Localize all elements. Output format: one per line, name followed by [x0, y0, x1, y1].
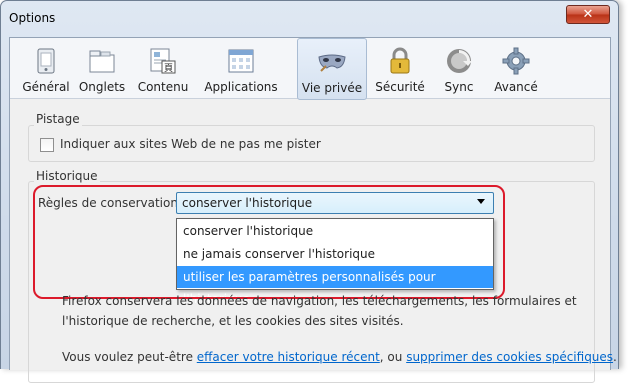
tabs-icon: [89, 50, 115, 73]
pane-label-sync: Sync: [444, 80, 474, 94]
options-window: Options ✕ Général Onglets 頁 Contenu Appl…: [0, 0, 619, 383]
applications-icon: [228, 49, 254, 73]
pane-label-content: Contenu: [137, 80, 189, 94]
history-actions-prefix: Vous voulez peut-être: [62, 350, 197, 364]
svg-text:頁: 頁: [164, 63, 173, 74]
history-description-line1: Firefox conservera les données de naviga…: [62, 294, 577, 308]
content-icon: 頁: [150, 48, 176, 74]
history-actions-line: Vous voulez peut-être effacer votre hist…: [62, 350, 617, 364]
gear-icon: [502, 47, 530, 75]
pane-label-privacy: Vie privée: [301, 81, 363, 95]
pane-label-advanced: Avancé: [494, 80, 538, 94]
pane-button-advanced[interactable]: Avancé: [488, 38, 544, 98]
pane-label-general: Général: [22, 80, 70, 94]
history-actions-suffix: .: [613, 350, 617, 364]
history-group-label: Historique: [34, 169, 100, 183]
pane-button-security[interactable]: Sécurité: [370, 38, 430, 98]
history-actions-middle: , ou: [379, 350, 407, 364]
pane-label-tabs: Onglets: [78, 80, 126, 94]
annotation-highlight-box: [33, 185, 505, 299]
pane-button-tabs[interactable]: Onglets: [74, 38, 130, 98]
dnt-checkbox[interactable]: [40, 138, 54, 152]
sync-icon: [447, 49, 472, 73]
preferences-toolbar: Général Onglets 頁 Contenu Applications V…: [10, 38, 610, 100]
history-description-line2: l'historique de recherche, et les cookie…: [62, 314, 404, 328]
pane-button-sync[interactable]: Sync: [434, 38, 484, 98]
close-button[interactable]: ✕: [566, 5, 610, 24]
pane-label-applications: Applications: [204, 80, 278, 94]
pane-label-security: Sécurité: [375, 80, 425, 94]
pane-button-general[interactable]: Général: [18, 38, 74, 98]
dialog-client: Général Onglets 頁 Contenu Applications V…: [9, 37, 617, 383]
pane-button-applications[interactable]: Applications: [196, 38, 286, 98]
pane-button-privacy[interactable]: Vie privée: [297, 38, 367, 100]
title-bar[interactable]: Options ✕: [1, 1, 618, 37]
dnt-checkbox-label[interactable]: Indiquer aux sites Web de ne pas me pist…: [60, 137, 321, 151]
general-icon: [37, 48, 55, 74]
remove-cookies-link[interactable]: supprimer des cookies spécifiques: [406, 350, 613, 364]
tracking-group-label: Pistage: [34, 112, 82, 126]
window-title: Options: [9, 11, 56, 25]
clear-recent-history-link[interactable]: effacer votre historique récent: [197, 350, 380, 364]
privacy-mask-icon: [318, 54, 346, 72]
padlock-icon: [390, 47, 410, 74]
pane-button-content[interactable]: 頁 Contenu: [132, 38, 194, 98]
